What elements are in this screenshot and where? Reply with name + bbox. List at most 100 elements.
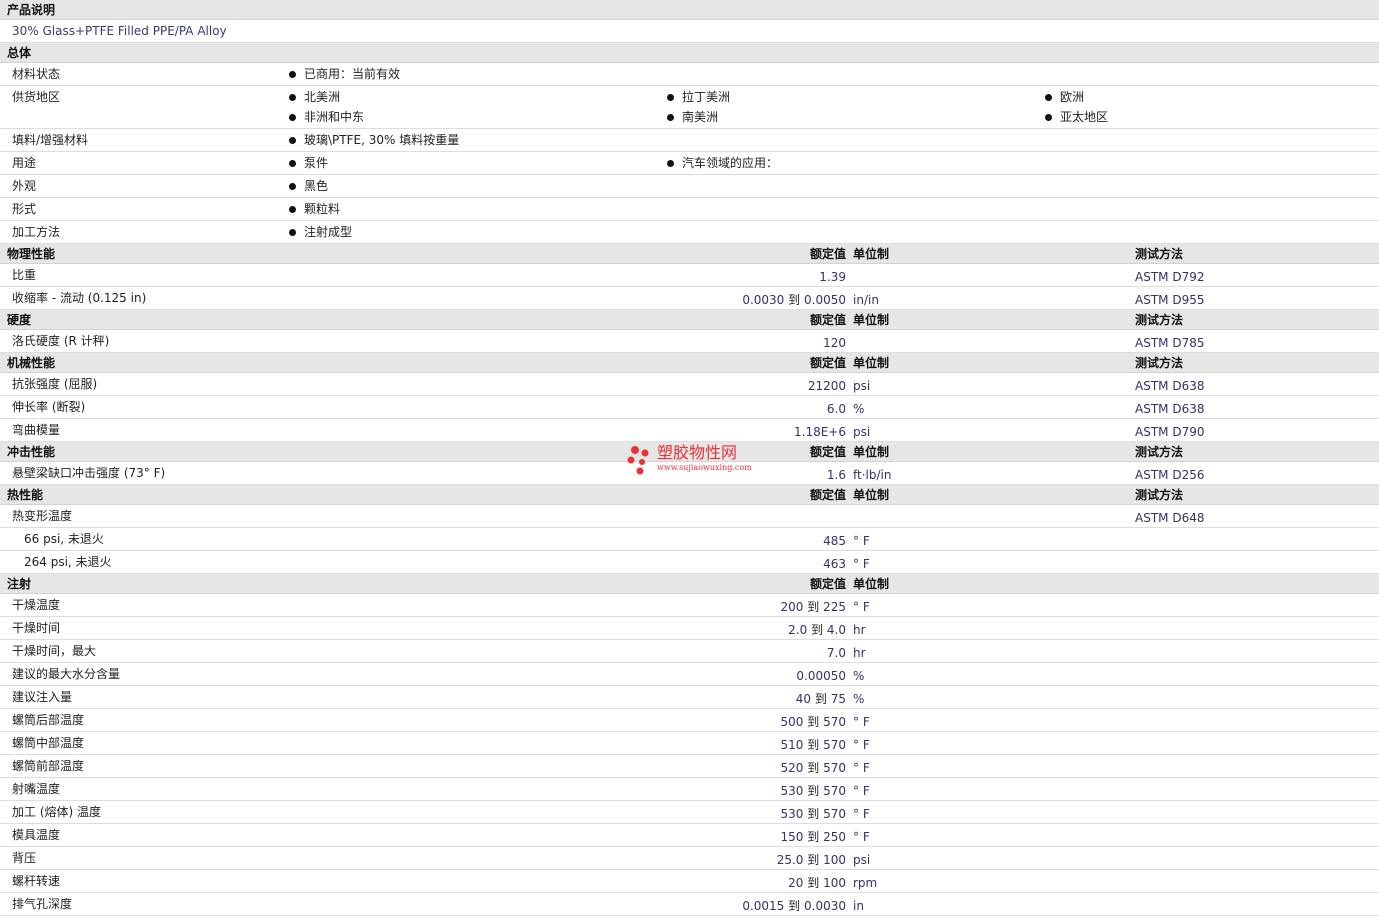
- watermark-url: www.sujiaowuxing.com: [657, 463, 752, 472]
- property-label: 264 psi, 未退火: [24, 555, 112, 569]
- bullet-item: 颗粒料: [289, 202, 340, 217]
- bullet-item: 亚太地区: [1045, 110, 1108, 125]
- property-row: 背压 25.0 到 100 psi: [0, 847, 1379, 870]
- nominal-value: 0.0015 到 0.0030: [742, 899, 846, 914]
- property-row: 比重 1.39 ASTM D792: [0, 264, 1379, 287]
- nominal-value: 1.18E+6: [794, 425, 846, 440]
- property-label: 建议的最大水分含量: [12, 667, 121, 681]
- range-separator: 到: [807, 830, 820, 844]
- nominal-value: 25.0 到 100: [777, 853, 846, 868]
- nominal-value: 2.0 到 4.0: [788, 623, 846, 638]
- bullet-icon: [667, 114, 674, 121]
- column-nominal: 额定值: [809, 313, 846, 327]
- section-title: 产品说明: [7, 3, 56, 17]
- range-separator: 到: [807, 715, 820, 729]
- nominal-value: 463: [823, 557, 846, 572]
- property-label: 建议注入量: [12, 690, 73, 704]
- property-label: 热变形温度: [12, 509, 73, 523]
- property-label: 射嘴温度: [12, 782, 61, 796]
- property-label: 干燥时间，最大: [12, 644, 97, 658]
- bullet-icon: [289, 137, 296, 144]
- value-high: 0.0050: [804, 293, 846, 307]
- row-label: 材料状态: [12, 67, 61, 81]
- nominal-value: 530 到 570: [781, 807, 846, 822]
- value-low: 6.0: [826, 402, 846, 416]
- property-label: 加工 (熔体) 温度: [12, 805, 101, 819]
- range-separator: 到: [807, 784, 820, 798]
- bullet-icon: [667, 160, 674, 167]
- bullet-item: 非洲和中东: [289, 110, 364, 125]
- section-header-product: 产品说明: [0, 0, 1379, 20]
- bullet-item: 欧洲: [1045, 90, 1084, 105]
- column-unit: 单位制: [853, 445, 890, 459]
- row-supply-region: 供货地区 北美洲 拉丁美洲 欧洲 非洲和中东 南美洲 亚太地区: [0, 86, 1379, 129]
- unit-value: %: [853, 402, 865, 416]
- range-separator: 到: [807, 738, 820, 752]
- property-label: 收缩率 - 流动 (0.125 in): [12, 291, 147, 305]
- column-test-method: 测试方法: [1135, 313, 1184, 327]
- property-row: 66 psi, 未退火 485 ° F: [0, 528, 1379, 551]
- unit-value: hr: [853, 646, 866, 660]
- row-filler: 填料/增强材料 玻璃\PTFE, 30% 填料按重量: [0, 129, 1379, 152]
- value-low: 1.6: [826, 468, 846, 482]
- nominal-value: 40 到 75: [796, 692, 846, 707]
- section-title: 注射: [7, 577, 32, 591]
- property-row: 干燥时间 2.0 到 4.0 hr: [0, 617, 1379, 640]
- range-separator: 到: [807, 876, 820, 890]
- value-high: 570: [823, 784, 846, 798]
- section-title: 热性能: [7, 488, 44, 502]
- property-label: 螺筒中部温度: [12, 736, 85, 750]
- section-header-mechanical: 机械性能 额定值 单位制 测试方法: [0, 353, 1379, 373]
- value-high: 100: [823, 876, 846, 890]
- property-row: 收缩率 - 流动 (0.125 in) 0.0030 到 0.0050 in/in A…: [0, 287, 1379, 310]
- unit-value: ° F: [853, 715, 870, 729]
- property-row: 加工 (熔体) 温度 530 到 570 ° F: [0, 801, 1379, 824]
- property-label: 悬壁梁缺口冲击强度 (73° F): [12, 466, 166, 480]
- value-low: 40: [795, 692, 812, 706]
- value-high: 250: [823, 830, 846, 844]
- property-row: 264 psi, 未退火 463 ° F: [0, 551, 1379, 574]
- bullet-icon: [289, 183, 296, 190]
- property-sections: 物理性能 额定值 单位制 测试方法 比重 1.39 ASTM D792 收缩率 - 流动 (0…: [0, 244, 1379, 916]
- section-header-injection: 注射 额定值 单位制: [0, 574, 1379, 594]
- nominal-value: 500 到 570: [781, 715, 846, 730]
- range-separator: 到: [807, 853, 820, 867]
- value-high: 570: [823, 738, 846, 752]
- property-label: 比重: [12, 268, 37, 282]
- property-row: 排气孔深度 0.0015 到 0.0030 in: [0, 893, 1379, 916]
- value-low: 485: [823, 534, 846, 548]
- value-high: 570: [823, 761, 846, 775]
- datasheet: 产品说明 30% Glass+PTFE Filled PPE/PA Alloy …: [0, 0, 1379, 916]
- nominal-value: 485: [823, 534, 846, 549]
- row-appearance: 外观 黑色: [0, 175, 1379, 198]
- column-nominal: 额定值: [809, 445, 846, 459]
- unit-value: %: [853, 669, 865, 683]
- section-header-thermal: 热性能 额定值 单位制 测试方法: [0, 485, 1379, 505]
- property-row: 建议的最大水分含量 0.00050%: [0, 663, 1379, 686]
- bullet-item: 拉丁美洲: [667, 90, 730, 105]
- property-row: 射嘴温度 530 到 570 ° F: [0, 778, 1379, 801]
- test-method: ASTM D790: [1135, 425, 1205, 439]
- product-description: 30% Glass+PTFE Filled PPE/PA Alloy: [12, 24, 227, 38]
- section-title: 硬度: [7, 313, 32, 327]
- value-low: 520: [780, 761, 804, 775]
- value-low: 25.0: [776, 853, 804, 867]
- test-method: ASTM D638: [1135, 379, 1205, 393]
- column-nominal: 额定值: [809, 247, 846, 261]
- section-header-general: 总体: [0, 43, 1379, 63]
- unit-value: psi: [853, 379, 871, 393]
- column-test-method: 测试方法: [1135, 488, 1184, 502]
- value-low: 200: [780, 600, 804, 614]
- property-label: 模具温度: [12, 828, 61, 842]
- nominal-value: 120: [823, 336, 846, 351]
- test-method: ASTM D955: [1135, 293, 1205, 307]
- bullet-icon: [1045, 114, 1052, 121]
- row-processing: 加工方法 注射成型: [0, 221, 1379, 244]
- property-label: 螺筒后部温度: [12, 713, 85, 727]
- value-high: 570: [823, 715, 846, 729]
- unit-value: rpm: [853, 876, 878, 890]
- bullet-item: 玻璃\PTFE, 30% 填料按重量: [289, 133, 459, 148]
- unit-value: in: [853, 899, 864, 913]
- row-label: 用途: [12, 156, 37, 170]
- value-low: 0.0030: [742, 293, 785, 307]
